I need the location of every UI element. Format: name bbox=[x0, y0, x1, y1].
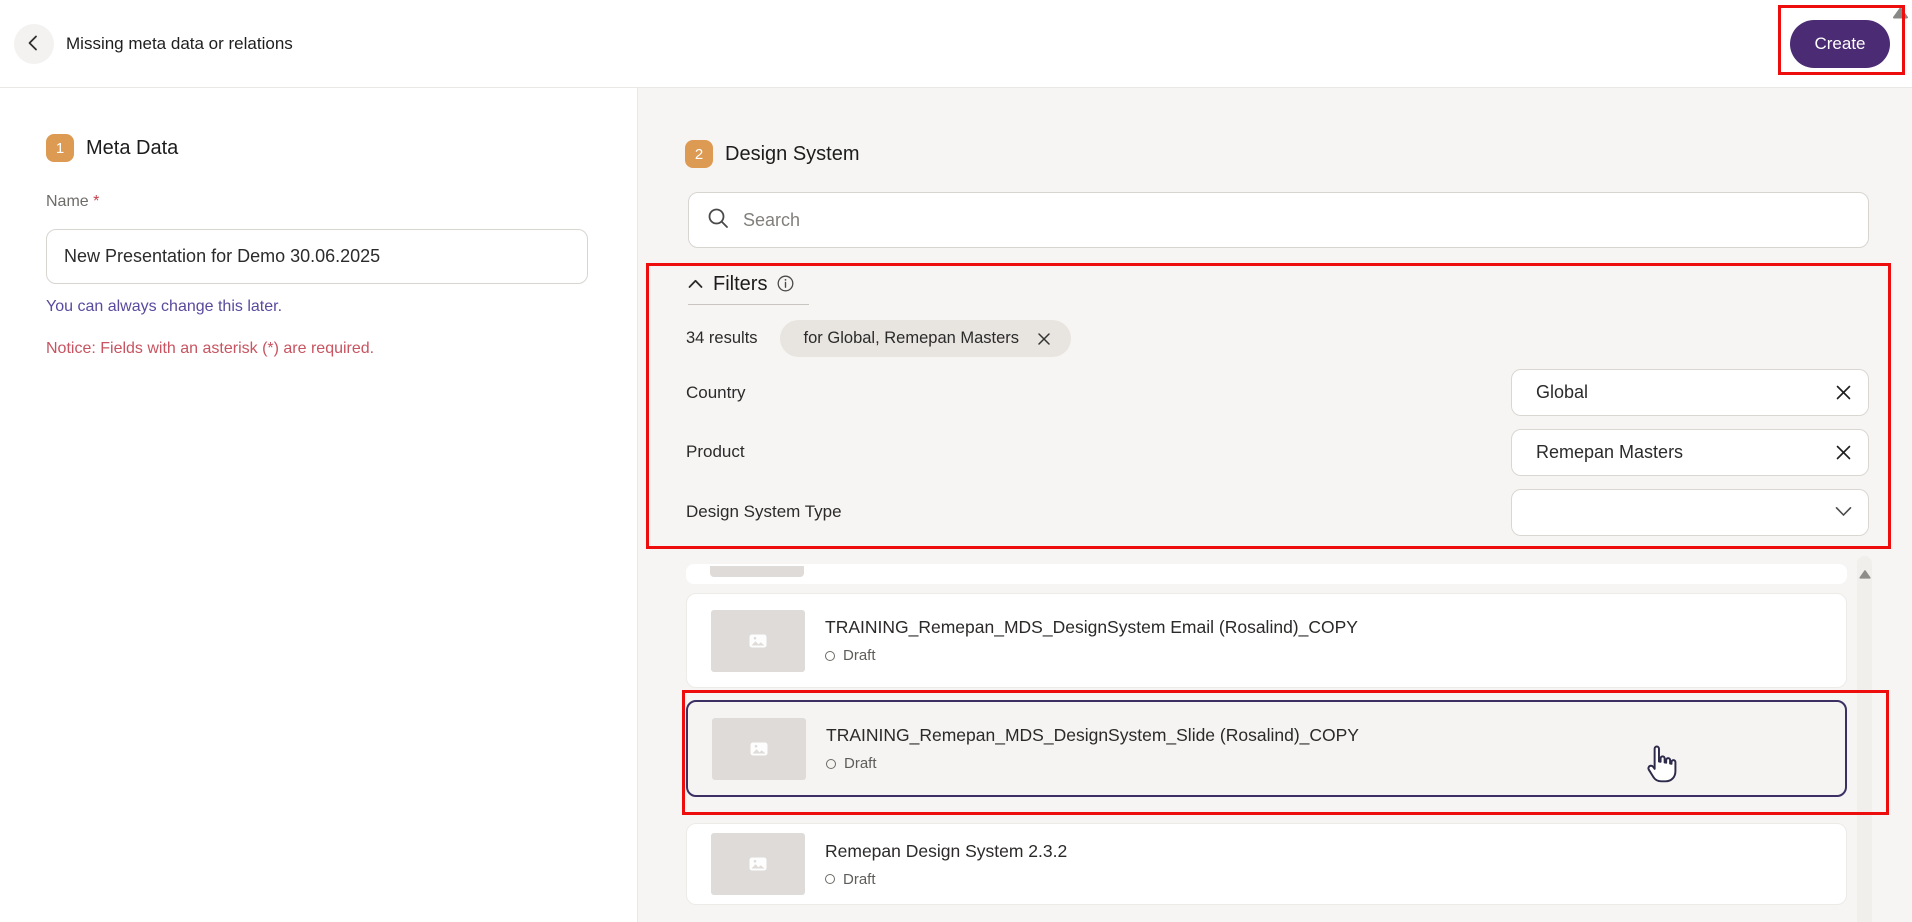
top-bar: Missing meta data or relations Create bbox=[0, 0, 1912, 88]
list-scrollbar-track[interactable] bbox=[1857, 556, 1872, 922]
name-label-text: Name bbox=[46, 193, 89, 210]
meta-data-panel: 1 Meta Data Name * You can always change… bbox=[0, 88, 637, 922]
thumbnail bbox=[712, 717, 806, 780]
section-title-design-system: Design System bbox=[725, 142, 860, 165]
thumbnail bbox=[711, 609, 805, 672]
info-icon[interactable] bbox=[777, 275, 794, 295]
status-dot-icon bbox=[825, 650, 835, 661]
filters-title: Filters bbox=[713, 273, 768, 295]
chip-close-button[interactable] bbox=[1037, 332, 1051, 346]
product-value: Remepan Masters bbox=[1536, 442, 1684, 462]
product-select[interactable]: Remepan Masters bbox=[1511, 429, 1869, 476]
image-placeholder-icon bbox=[750, 742, 768, 755]
close-icon bbox=[1836, 445, 1851, 460]
back-button[interactable] bbox=[14, 24, 54, 64]
list-item[interactable]: Remepan Design System 2.3.2 Draft bbox=[686, 823, 1847, 905]
design-system-type-select[interactable] bbox=[1511, 489, 1869, 536]
active-filter-chip[interactable]: for Global, Remepan Masters bbox=[779, 320, 1072, 357]
results-row: 34 results for Global, Remepan Masters bbox=[686, 320, 1072, 357]
list-item-selected[interactable]: TRAINING_Remepan_MDS_DesignSystem_Slide … bbox=[686, 700, 1847, 797]
chevron-left-icon bbox=[25, 34, 43, 55]
filter-label-product: Product bbox=[686, 442, 745, 461]
chevron-up-icon bbox=[688, 277, 703, 292]
filter-label-country: Country bbox=[686, 383, 746, 402]
create-button[interactable]: Create bbox=[1790, 20, 1890, 68]
chevron-down-icon bbox=[1835, 504, 1852, 522]
page-title: Missing meta data or relations bbox=[66, 34, 293, 53]
notice-text: Notice: Fields with an asterisk (*) are … bbox=[46, 340, 375, 357]
close-icon bbox=[1038, 332, 1050, 345]
step-badge-2: 2 bbox=[685, 140, 713, 168]
list-scroll-up-arrow-icon[interactable] bbox=[1859, 566, 1871, 584]
chip-label: for Global, Remepan Masters bbox=[803, 329, 1020, 347]
status-badge: Draft bbox=[825, 871, 1067, 888]
scroll-up-arrow-icon[interactable] bbox=[1892, 6, 1909, 24]
country-clear-button[interactable] bbox=[1835, 384, 1852, 401]
list-item[interactable]: TRAINING_Remepan_MDS_DesignSystem Email … bbox=[686, 593, 1847, 688]
status-badge: Draft bbox=[826, 755, 1359, 772]
image-placeholder-icon bbox=[749, 857, 767, 871]
step-badge-1: 1 bbox=[46, 134, 74, 162]
image-placeholder-icon bbox=[749, 634, 767, 647]
status-dot-icon bbox=[826, 758, 836, 769]
section-title-meta-data: Meta Data bbox=[86, 136, 179, 159]
name-label: Name * bbox=[46, 193, 99, 211]
list-item-title: Remepan Design System 2.3.2 bbox=[825, 840, 1068, 861]
filters-underline bbox=[688, 304, 809, 305]
list-item-title: TRAINING_Remepan_MDS_DesignSystem Email … bbox=[825, 617, 1358, 637]
results-count: 34 results bbox=[686, 329, 758, 347]
status-label: Draft bbox=[844, 755, 877, 772]
filters-toggle[interactable]: Filters bbox=[688, 273, 794, 296]
product-clear-button[interactable] bbox=[1835, 444, 1852, 461]
country-value: Global bbox=[1536, 382, 1589, 402]
thumbnail-partial bbox=[710, 566, 804, 577]
search-icon bbox=[707, 207, 729, 234]
required-asterisk: * bbox=[93, 193, 100, 210]
status-label: Draft bbox=[843, 647, 876, 664]
thumbnail bbox=[711, 833, 805, 895]
status-dot-icon bbox=[825, 874, 835, 884]
close-icon bbox=[1836, 385, 1851, 400]
status-badge: Draft bbox=[825, 647, 1358, 664]
design-system-panel: 2 Design System Filters 34 results for G… bbox=[637, 88, 1912, 922]
search-box bbox=[688, 192, 1869, 248]
list-item-title: TRAINING_Remepan_MDS_DesignSystem_Slide … bbox=[826, 725, 1359, 745]
filter-label-design-system-type: Design System Type bbox=[686, 502, 842, 521]
status-label: Draft bbox=[843, 870, 876, 888]
country-select[interactable]: Global bbox=[1511, 369, 1869, 416]
name-input[interactable] bbox=[46, 229, 588, 284]
search-input[interactable] bbox=[743, 209, 1850, 231]
hint-text: You can always change this later. bbox=[46, 298, 283, 315]
list-item-partial[interactable] bbox=[686, 564, 1847, 584]
